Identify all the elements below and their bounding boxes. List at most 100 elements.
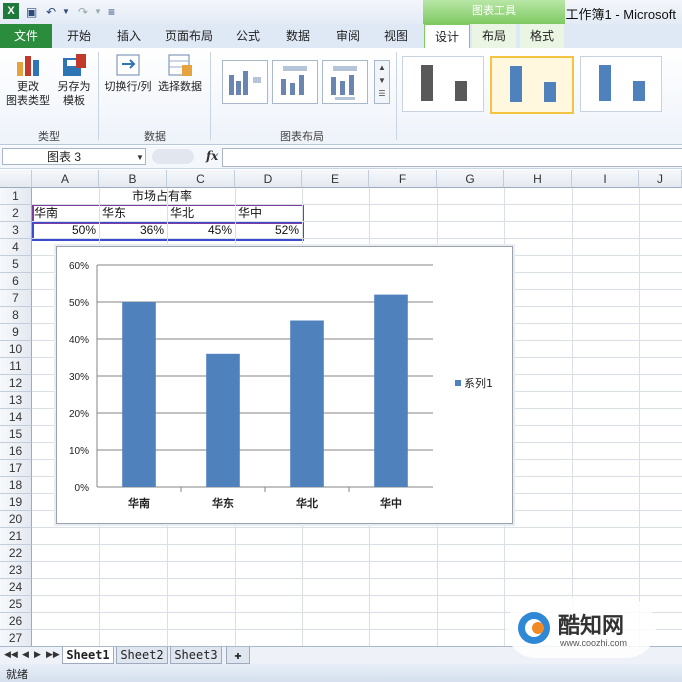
- row-gridline: [32, 578, 682, 579]
- tab-formulas[interactable]: 公式: [226, 24, 270, 48]
- next-sheet-icon[interactable]: ▶: [34, 649, 41, 660]
- chart-layout-option-2[interactable]: [272, 60, 318, 104]
- bar-华北: [290, 320, 324, 487]
- tab-chart-layout[interactable]: 布局: [472, 24, 516, 48]
- row-header-17[interactable]: 17: [0, 460, 32, 477]
- chart-layout-option-1[interactable]: [222, 60, 268, 104]
- column-header-h[interactable]: H: [504, 170, 572, 188]
- column-header-c[interactable]: C: [167, 170, 235, 188]
- chart-style-option-2-selected[interactable]: [490, 56, 574, 114]
- row-gridline: [32, 595, 682, 596]
- select-data-icon: [166, 52, 194, 78]
- column-header-g[interactable]: G: [437, 170, 504, 188]
- redo-icon[interactable]: ↷: [78, 4, 88, 20]
- row-header-21[interactable]: 21: [0, 528, 32, 545]
- row-header-3[interactable]: 3: [0, 222, 32, 239]
- column-header-i[interactable]: I: [572, 170, 639, 188]
- y-tick-label: 0%: [75, 483, 90, 494]
- sheet-tab-1[interactable]: Sheet1: [62, 647, 114, 664]
- tab-view[interactable]: 视图: [374, 24, 418, 48]
- insert-function-icon[interactable]: fx: [206, 149, 218, 163]
- switch-row-column-button[interactable]: 切换行/列: [102, 52, 154, 94]
- first-sheet-icon[interactable]: ◀◀: [4, 649, 18, 660]
- row-header-10[interactable]: 10: [0, 341, 32, 358]
- column-header-f[interactable]: F: [369, 170, 437, 188]
- tab-insert[interactable]: 插入: [106, 24, 152, 48]
- chart-layout-option-3[interactable]: [322, 60, 368, 104]
- status-text: 就绪: [6, 669, 28, 681]
- column-header-j[interactable]: J: [639, 170, 682, 188]
- row-header-25[interactable]: 25: [0, 596, 32, 613]
- column-header-a[interactable]: A: [32, 170, 99, 188]
- row-header-5[interactable]: 5: [0, 256, 32, 273]
- row-header-22[interactable]: 22: [0, 545, 32, 562]
- save-as-template-button[interactable]: 另存为 模板: [52, 52, 96, 108]
- tab-page-layout[interactable]: 页面布局: [158, 24, 220, 48]
- column-header-b[interactable]: B: [99, 170, 167, 188]
- switch-row-column-icon: [114, 52, 142, 78]
- chart-style-option-1[interactable]: [402, 56, 484, 112]
- column-header-e[interactable]: E: [302, 170, 369, 188]
- prev-sheet-icon[interactable]: ◀: [22, 649, 29, 660]
- x-tick-label: 华北: [296, 496, 318, 510]
- y-tick-label: 50%: [69, 298, 89, 309]
- undo-icon[interactable]: ↶: [46, 4, 56, 20]
- row-header-23[interactable]: 23: [0, 562, 32, 579]
- row-header-6[interactable]: 6: [0, 273, 32, 290]
- formula-input[interactable]: [222, 148, 682, 167]
- row-header-13[interactable]: 13: [0, 392, 32, 409]
- chart-style-option-3[interactable]: [580, 56, 662, 112]
- tab-file[interactable]: 文件: [0, 24, 52, 48]
- row-header-27[interactable]: 27: [0, 630, 32, 647]
- select-data-button[interactable]: 选择数据: [156, 52, 204, 94]
- qat-customize-icon[interactable]: ≡: [108, 4, 115, 20]
- last-sheet-icon[interactable]: ▶▶: [46, 649, 60, 660]
- tab-home[interactable]: 开始: [56, 24, 102, 48]
- tab-review[interactable]: 审阅: [326, 24, 370, 48]
- row-header-15[interactable]: 15: [0, 426, 32, 443]
- group-label-type: 类型: [38, 131, 60, 143]
- ribbon-separator: [98, 52, 99, 140]
- bar-华东: [206, 353, 240, 487]
- row-header-16[interactable]: 16: [0, 443, 32, 460]
- row-header-9[interactable]: 9: [0, 324, 32, 341]
- undo-dropdown-icon[interactable]: ▼: [62, 4, 70, 20]
- name-box-dropdown-icon[interactable]: ▼: [136, 153, 144, 162]
- change-chart-type-button[interactable]: 更改 图表类型: [4, 52, 52, 108]
- sheet-tab-3[interactable]: Sheet3: [170, 647, 222, 664]
- row-header-20[interactable]: 20: [0, 511, 32, 528]
- chart-canvas: 0% 10% 20% 30% 40% 50% 60% 华南 华东 华北 华中 系列1: [69, 261, 493, 510]
- row-header-1[interactable]: 1: [0, 188, 32, 205]
- tab-data[interactable]: 数据: [276, 24, 320, 48]
- sheet-tab-2[interactable]: Sheet2: [116, 647, 168, 664]
- row-header-4[interactable]: 4: [0, 239, 32, 256]
- excel-app-icon[interactable]: X: [3, 3, 19, 19]
- row-header-7[interactable]: 7: [0, 290, 32, 307]
- chart-type-icon: [14, 52, 42, 78]
- redo-dropdown-icon[interactable]: ▼: [94, 4, 102, 20]
- column-header-d[interactable]: D: [235, 170, 302, 188]
- coozhi-watermark: 酷知网 www.coozhi.com: [506, 598, 656, 658]
- row-gridline: [32, 561, 682, 562]
- legend-label: 系列1: [464, 376, 493, 390]
- tab-format[interactable]: 格式: [520, 24, 564, 48]
- row-header-14[interactable]: 14: [0, 409, 32, 426]
- row-header-11[interactable]: 11: [0, 358, 32, 375]
- embedded-column-chart[interactable]: 0% 10% 20% 30% 40% 50% 60% 华南 华东 华北 华中 系列1: [56, 246, 513, 524]
- row-header-19[interactable]: 19: [0, 494, 32, 511]
- layout-gallery-scroll[interactable]: ▲ ▼ ☰: [374, 60, 390, 104]
- cell-b1-title[interactable]: 市场占有率: [132, 188, 192, 204]
- row-header-12[interactable]: 12: [0, 375, 32, 392]
- select-all-corner[interactable]: [0, 170, 32, 188]
- row-header-8[interactable]: 8: [0, 307, 32, 324]
- row-header-2[interactable]: 2: [0, 205, 32, 222]
- name-box[interactable]: 图表 3: [2, 148, 146, 165]
- row-gridline: [32, 527, 682, 528]
- row-header-26[interactable]: 26: [0, 613, 32, 630]
- row-header-18[interactable]: 18: [0, 477, 32, 494]
- row-header-24[interactable]: 24: [0, 579, 32, 596]
- status-bar: 就绪: [0, 664, 682, 682]
- tab-design[interactable]: 设计: [424, 24, 470, 49]
- insert-sheet-icon[interactable]: ✚: [226, 647, 250, 664]
- save-icon[interactable]: ▣: [26, 4, 37, 20]
